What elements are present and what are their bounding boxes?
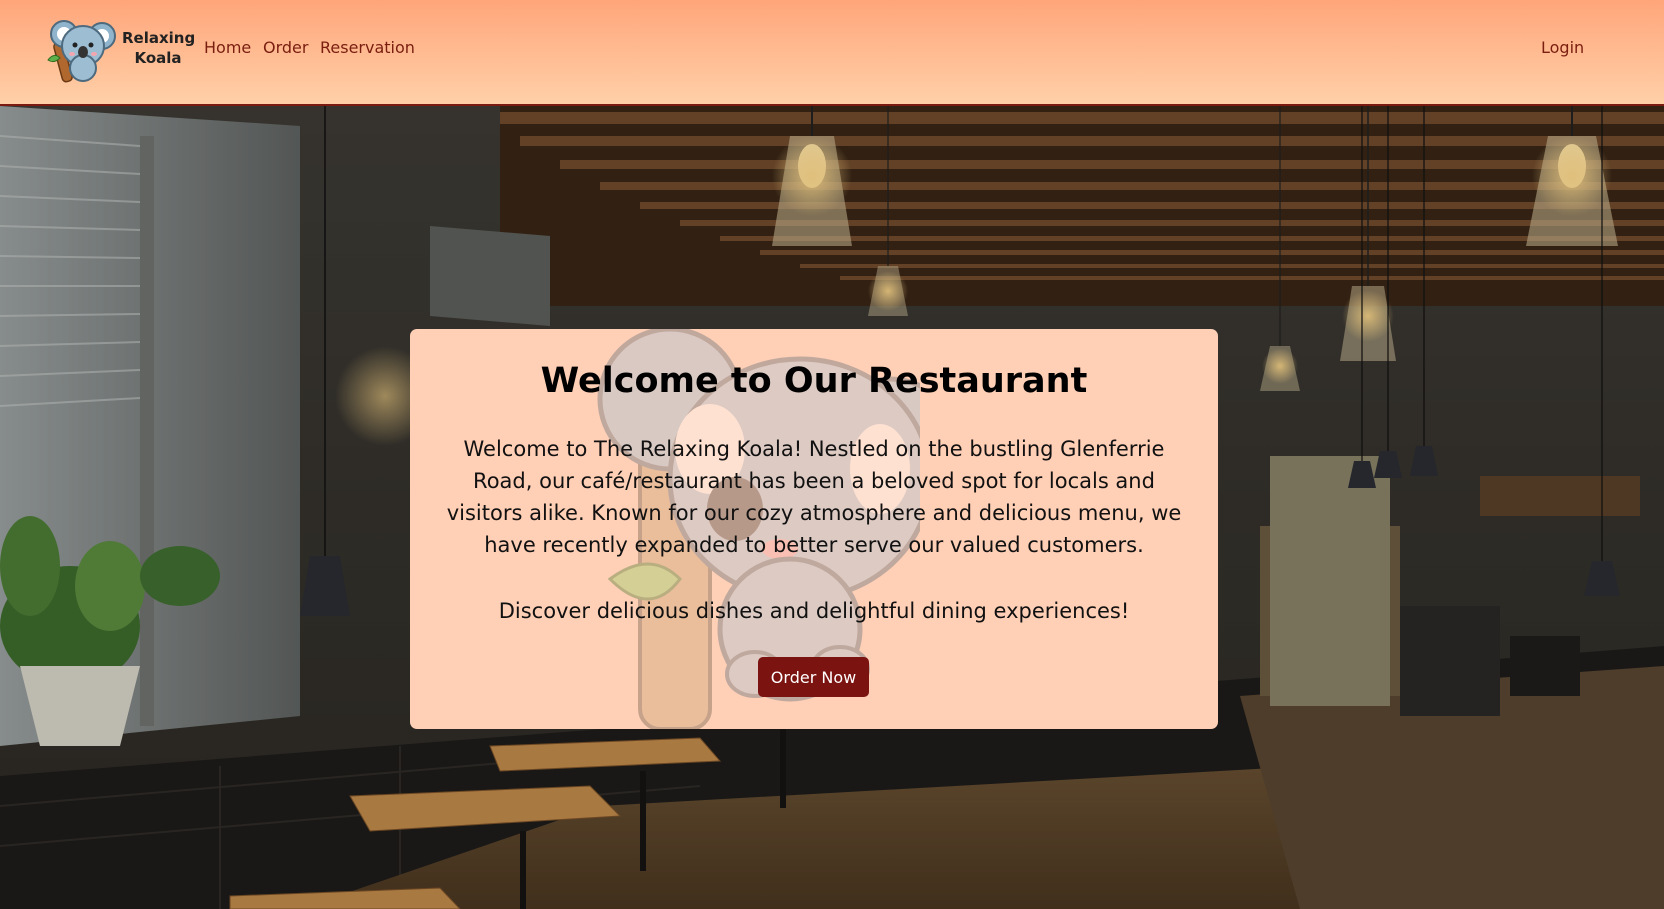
brand-line1: Relaxing <box>122 29 196 47</box>
brand-name: Relaxing Koala <box>122 28 196 68</box>
brand-line2: Koala <box>134 49 182 67</box>
nav-link-order[interactable]: Order <box>263 38 308 57</box>
page-title: Welcome to Our Restaurant <box>540 361 1088 401</box>
koala-logo-icon <box>47 20 116 83</box>
tagline: Discover delicious dishes and delightful… <box>498 599 1130 623</box>
nav-link-reservation[interactable]: Reservation <box>320 38 415 57</box>
nav-link-home[interactable]: Home <box>204 38 251 57</box>
brand[interactable]: Relaxing Koala <box>44 14 196 84</box>
nav-link-login[interactable]: Login <box>1541 38 1584 57</box>
order-now-button[interactable]: Order Now <box>758 657 869 697</box>
intro-paragraph: Welcome to The Relaxing Koala! Nestled o… <box>446 437 1182 557</box>
navbar: Relaxing Koala Home Order Reservation Lo… <box>0 0 1664 106</box>
welcome-card: Welcome to Our Restaurant Welcome to The… <box>410 329 1218 729</box>
